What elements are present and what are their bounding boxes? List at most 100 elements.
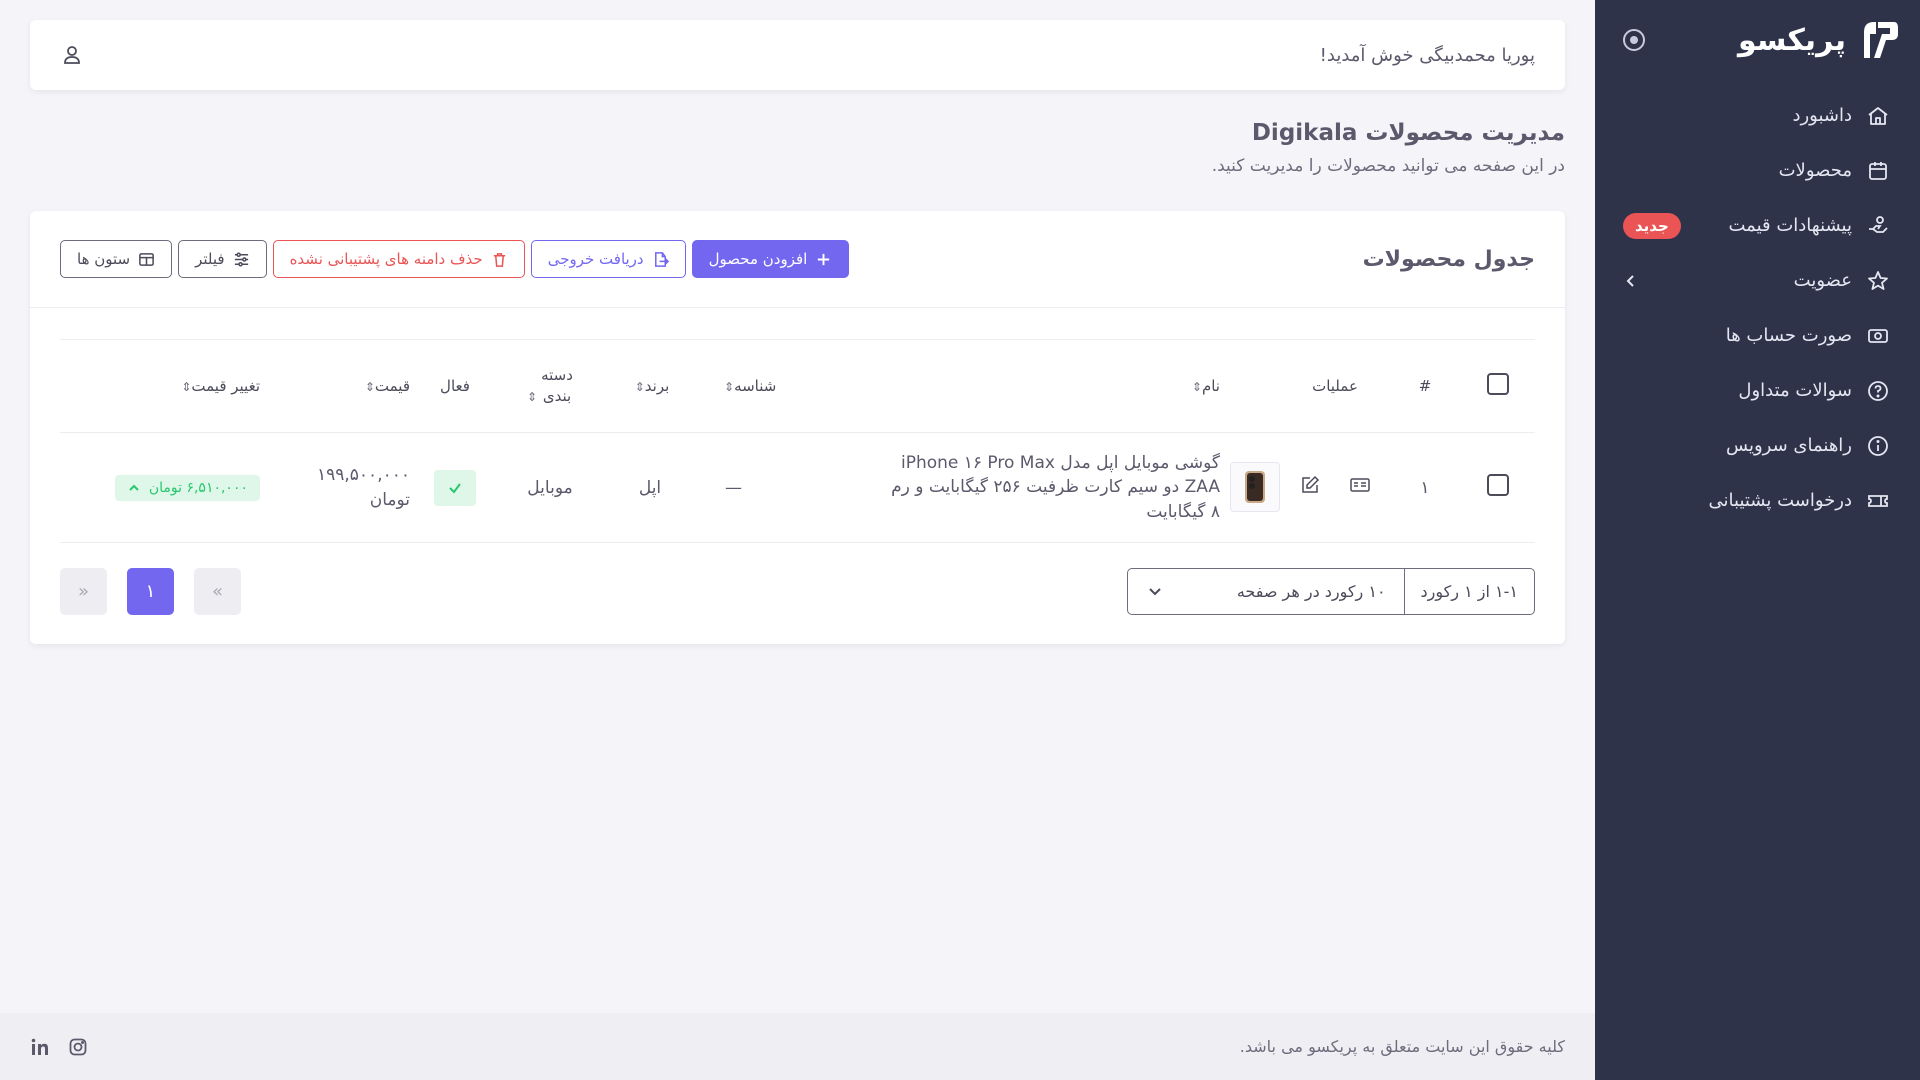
th-id[interactable]: شناسه⇕ (700, 339, 880, 433)
th-price-change[interactable]: تغییر قیمت⇕ (60, 339, 260, 433)
per-page-control: ۱-۱ از ۱ رکورد ۱۰ رکورد در هر صفحه (1126, 567, 1535, 615)
price-change-badge[interactable]: ۶,۵۱۰,۰۰۰ تومان (114, 474, 260, 501)
sidebar-item-label: درخواست پشتیبانی (1708, 490, 1852, 511)
page-head: مدیریت محصولات Digikala در این صفحه می ت… (865, 120, 1565, 176)
brand-name: پریکسو (1738, 22, 1846, 58)
price-change-value: ۶,۵۱۰,۰۰۰ تومان (148, 479, 248, 496)
row-brand: اپل (600, 432, 700, 543)
add-product-button[interactable]: افزودن محصول (691, 240, 850, 278)
sidebar: پریکسو داشبورد محصولات پیشنهادات قیمت جد… (1595, 0, 1920, 1080)
page-subtitle: در این صفحه می توانید محصولات را مدیریت … (1211, 156, 1565, 176)
sidebar-item-label: صورت حساب ها (1725, 325, 1852, 346)
sidebar-item-label: عضویت (1793, 270, 1852, 291)
row-price: ۱۹۹,۵۰۰,۰۰۰ تومان (317, 464, 410, 510)
columns-button-label: ستون ها (77, 250, 131, 268)
linkedin-icon[interactable] (30, 1037, 50, 1057)
th-operations: عملیات (1280, 339, 1390, 433)
th-price[interactable]: قیمت⇕ (260, 339, 410, 433)
topbar: پوریا محمدبیگی خوش آمدید! (30, 20, 1565, 90)
ticket-icon (1868, 494, 1888, 507)
edit-icon[interactable] (1299, 474, 1321, 496)
chevron-down-icon (1148, 588, 1161, 596)
th-name[interactable]: نام⇕ (880, 339, 1280, 433)
info-icon (1868, 435, 1888, 456)
row-id: — (700, 432, 880, 543)
th-price-change-label: تغییر قیمت (191, 377, 260, 395)
row-active-cell (410, 432, 500, 543)
brand-logo-icon (1864, 22, 1898, 58)
sidebar-item-dashboard[interactable]: داشبورد (1595, 88, 1920, 143)
th-name-label: نام (1201, 377, 1220, 395)
chevron-left-icon[interactable] (1623, 273, 1639, 289)
sidebar-toggle-icon[interactable] (1623, 29, 1645, 51)
sidebar-item-price-offers[interactable]: پیشنهادات قیمت جدید (1595, 198, 1920, 253)
th-id-label: شناسه (734, 377, 777, 395)
trash-icon (493, 252, 505, 267)
th-active: فعال (410, 339, 500, 433)
th-index: # (1390, 339, 1460, 433)
sidebar-item-invoices[interactable]: صورت حساب ها (1595, 308, 1920, 363)
delete-unsupported-domains-button[interactable]: حذف دامنه های پشتیبانی نشده (272, 240, 525, 278)
sidebar-item-label: سوالات متداول (1738, 380, 1852, 401)
sidebar-item-service-guide[interactable]: راهنمای سرویس (1595, 418, 1920, 473)
row-select-cell (1460, 432, 1535, 543)
delete-button-label: حذف دامنه های پشتیبانی نشده (289, 250, 483, 268)
welcome-message: پوریا محمدبیگی خوش آمدید! (1319, 44, 1535, 66)
sidebar-item-faq[interactable]: سوالات متداول (1595, 363, 1920, 418)
row-category: موبایل (500, 432, 600, 543)
filter-button[interactable]: فیلتر (178, 240, 267, 278)
select-all-checkbox[interactable] (1486, 373, 1509, 395)
sort-icon: ⇕ (1191, 380, 1202, 394)
columns-button[interactable]: ستون ها (60, 240, 173, 278)
card-header: جدول محصولات ستون ها فیلتر حذف دامنه های… (30, 211, 1565, 308)
pager-row: ۱-۱ از ۱ رکورد ۱۰ رکورد در هر صفحه « ۱ » (60, 566, 1535, 616)
plus-icon (818, 253, 830, 265)
export-button[interactable]: دریافت خروجی (530, 240, 686, 278)
th-category[interactable]: دسته بندی⇕ (500, 339, 600, 433)
check-icon (449, 482, 461, 494)
active-status[interactable] (434, 469, 476, 506)
sidebar-item-label: راهنمای سرویس (1726, 435, 1852, 456)
help-icon (1868, 380, 1888, 401)
th-brand[interactable]: برند⇕ (600, 339, 700, 433)
sort-icon: ⇕ (634, 380, 645, 394)
instagram-icon[interactable] (68, 1037, 88, 1057)
row-index: ۱ (1390, 432, 1460, 543)
sidebar-item-label: داشبورد (1792, 105, 1852, 126)
brand[interactable]: پریکسو (1738, 18, 1900, 62)
pagination-prev[interactable]: « (60, 567, 107, 615)
pagination-next[interactable]: » (194, 567, 241, 615)
sort-icon: ⇕ (526, 390, 538, 404)
product-name: گوشی موبایل اپل مدل iPhone ۱۶ Pro Max ZA… (891, 452, 1220, 522)
product-thumbnail[interactable] (1230, 462, 1280, 513)
per-page-value: ۱۰ رکورد در هر صفحه (1236, 581, 1386, 601)
th-category-label: دسته بندی (541, 366, 573, 405)
sidebar-item-support-request[interactable]: درخواست پشتیبانی (1595, 473, 1920, 528)
cash-icon (1868, 328, 1888, 343)
social-links (30, 1037, 88, 1057)
filter-button-label: فیلتر (195, 250, 225, 268)
user-icon[interactable] (60, 43, 84, 67)
sidebar-nav: داشبورد محصولات پیشنهادات قیمت جدید عضوی… (1595, 88, 1920, 528)
pagination-page-1[interactable]: ۱ (127, 567, 174, 615)
th-brand-label: برند (644, 377, 670, 395)
sidebar-item-membership[interactable]: عضویت (1595, 253, 1920, 308)
per-page-select[interactable]: ۱۰ رکورد در هر صفحه (1128, 569, 1404, 614)
sidebar-item-label: پیشنهادات قیمت (1728, 215, 1852, 236)
export-icon (654, 251, 669, 267)
details-card-icon[interactable] (1349, 474, 1371, 496)
sidebar-item-products[interactable]: محصولات (1595, 143, 1920, 198)
products-table-wrap: # عملیات نام⇕ شناسه⇕ برند⇕ دسته بندی⇕ فع… (60, 339, 1535, 543)
row-checkbox[interactable] (1486, 474, 1509, 496)
filter-icon (234, 252, 248, 266)
sidebar-item-label: محصولات (1778, 160, 1852, 181)
star-icon (1868, 270, 1888, 290)
row-name-cell: گوشی موبایل اپل مدل iPhone ۱۶ Pro Max ZA… (880, 432, 1280, 543)
calendar-icon (1869, 161, 1887, 180)
th-price-label: قیمت (374, 377, 410, 395)
row-operations (1280, 432, 1390, 543)
th-select (1460, 339, 1535, 433)
phone-image-icon (1245, 471, 1265, 504)
products-table: # عملیات نام⇕ شناسه⇕ برند⇕ دسته بندی⇕ فع… (60, 339, 1535, 543)
table-header-row: # عملیات نام⇕ شناسه⇕ برند⇕ دسته بندی⇕ فع… (60, 339, 1535, 433)
